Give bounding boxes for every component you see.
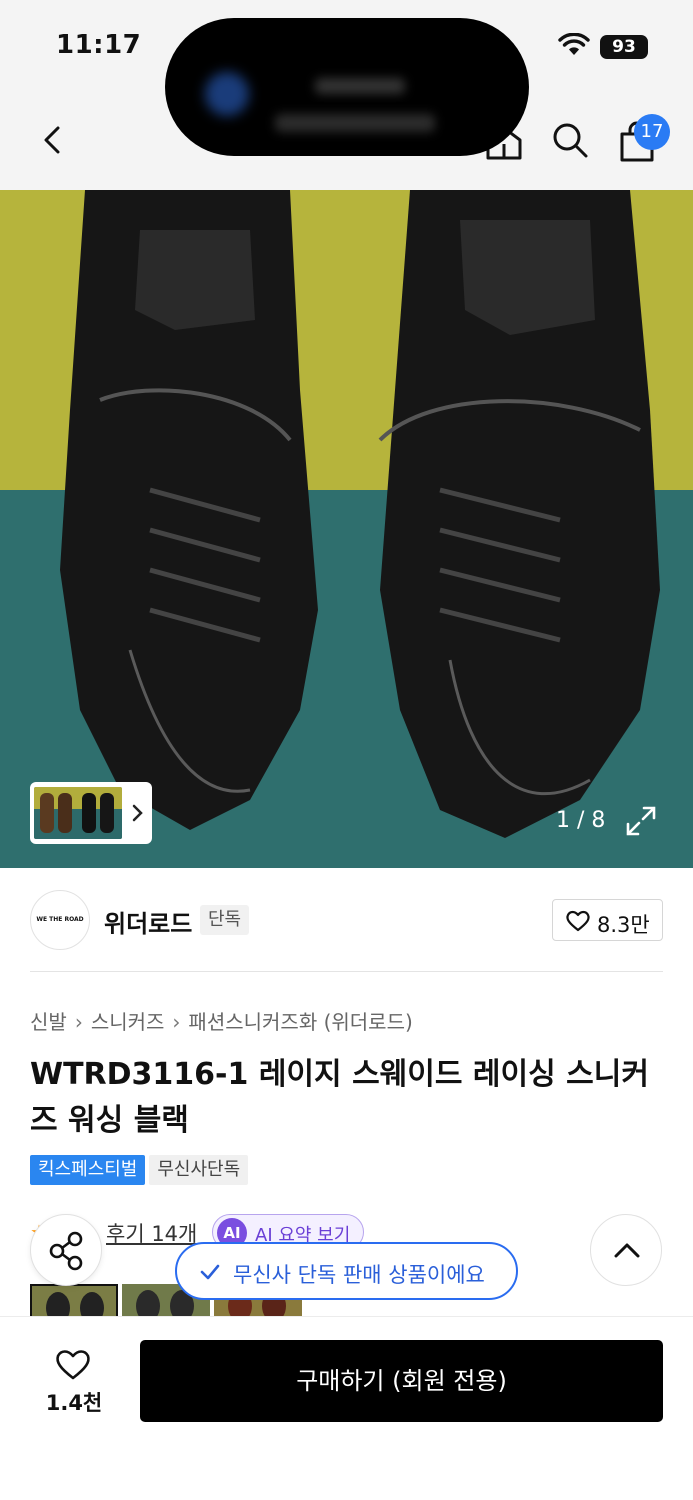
gallery-thumbnail <box>34 787 122 839</box>
breadcrumb-item[interactable]: 신발 <box>30 1010 67 1034</box>
buy-button[interactable]: 구매하기 (회원 전용) <box>140 1340 663 1422</box>
exclusive-tag: 무신사단독 <box>149 1155 249 1185</box>
expand-icon[interactable] <box>624 804 658 838</box>
gallery-counter: 1 / 8 <box>556 808 606 833</box>
wishlist-count: 1.4천 <box>45 1391 103 1415</box>
cart-count-badge: 17 <box>634 114 670 150</box>
festival-tag[interactable]: 킥스페스티벌 <box>30 1155 146 1185</box>
breadcrumb-item[interactable]: 패션스니커즈화 (위더로드) <box>188 1010 412 1034</box>
wishlist-button[interactable]: 1.4천 <box>40 1345 108 1417</box>
chevron-right-icon: › <box>172 1010 181 1034</box>
breadcrumb-item[interactable]: 스니커즈 <box>91 1010 165 1034</box>
status-time: 11:17 <box>56 30 142 60</box>
bottom-bar: 1.4천 구매하기 (회원 전용) <box>0 1316 693 1500</box>
brand-name[interactable]: 위더로드 <box>104 904 192 939</box>
brand-exclusive-tag: 단독 <box>200 905 250 935</box>
chevron-right-icon: › <box>74 1010 83 1034</box>
notification-blur-line <box>315 78 405 94</box>
product-image[interactable]: 1 / 8 <box>0 190 693 868</box>
heart-icon <box>56 1350 90 1380</box>
notification-avatar <box>205 72 249 116</box>
dynamic-island <box>165 18 529 156</box>
share-button[interactable] <box>30 1214 102 1286</box>
scroll-top-button[interactable] <box>590 1214 662 1286</box>
product-tags: 킥스페스티벌 무신사단독 <box>30 1155 252 1185</box>
review-photo[interactable] <box>30 1284 118 1318</box>
back-icon[interactable] <box>30 118 74 162</box>
brand-row: WE THE ROAD 위더로드 단독 8.3만 <box>0 868 693 972</box>
chevron-up-icon <box>614 1243 640 1258</box>
review-count-link[interactable]: 후기 14개 <box>106 1218 197 1248</box>
heart-icon <box>566 910 590 932</box>
shoes-photo <box>60 190 660 838</box>
chevron-right-icon <box>132 804 143 822</box>
battery-indicator: 93 <box>600 35 648 59</box>
wifi-icon <box>558 33 590 55</box>
exclusive-notice-text: 무신사 단독 판매 상품이에요 <box>233 1263 485 1287</box>
breadcrumb: 신발 › 스니커즈 › 패션스니커즈화 (위더로드) <box>30 1006 413 1035</box>
check-icon <box>200 1264 220 1280</box>
brand-like-count: 8.3만 <box>597 913 650 937</box>
search-icon[interactable] <box>548 118 592 162</box>
product-title: WTRD3116-1 레이지 스웨이드 레이싱 스니커즈 워싱 블랙 <box>30 1057 649 1138</box>
divider <box>30 971 663 972</box>
exclusive-notice-pill: 무신사 단독 판매 상품이에요 <box>175 1242 518 1300</box>
brand-like-button[interactable]: 8.3만 <box>552 899 663 941</box>
brand-logo[interactable]: WE THE ROAD <box>30 890 90 950</box>
notification-blur-line <box>275 114 435 132</box>
gallery-thumbnail-strip[interactable] <box>30 782 152 844</box>
share-icon <box>49 1231 83 1271</box>
